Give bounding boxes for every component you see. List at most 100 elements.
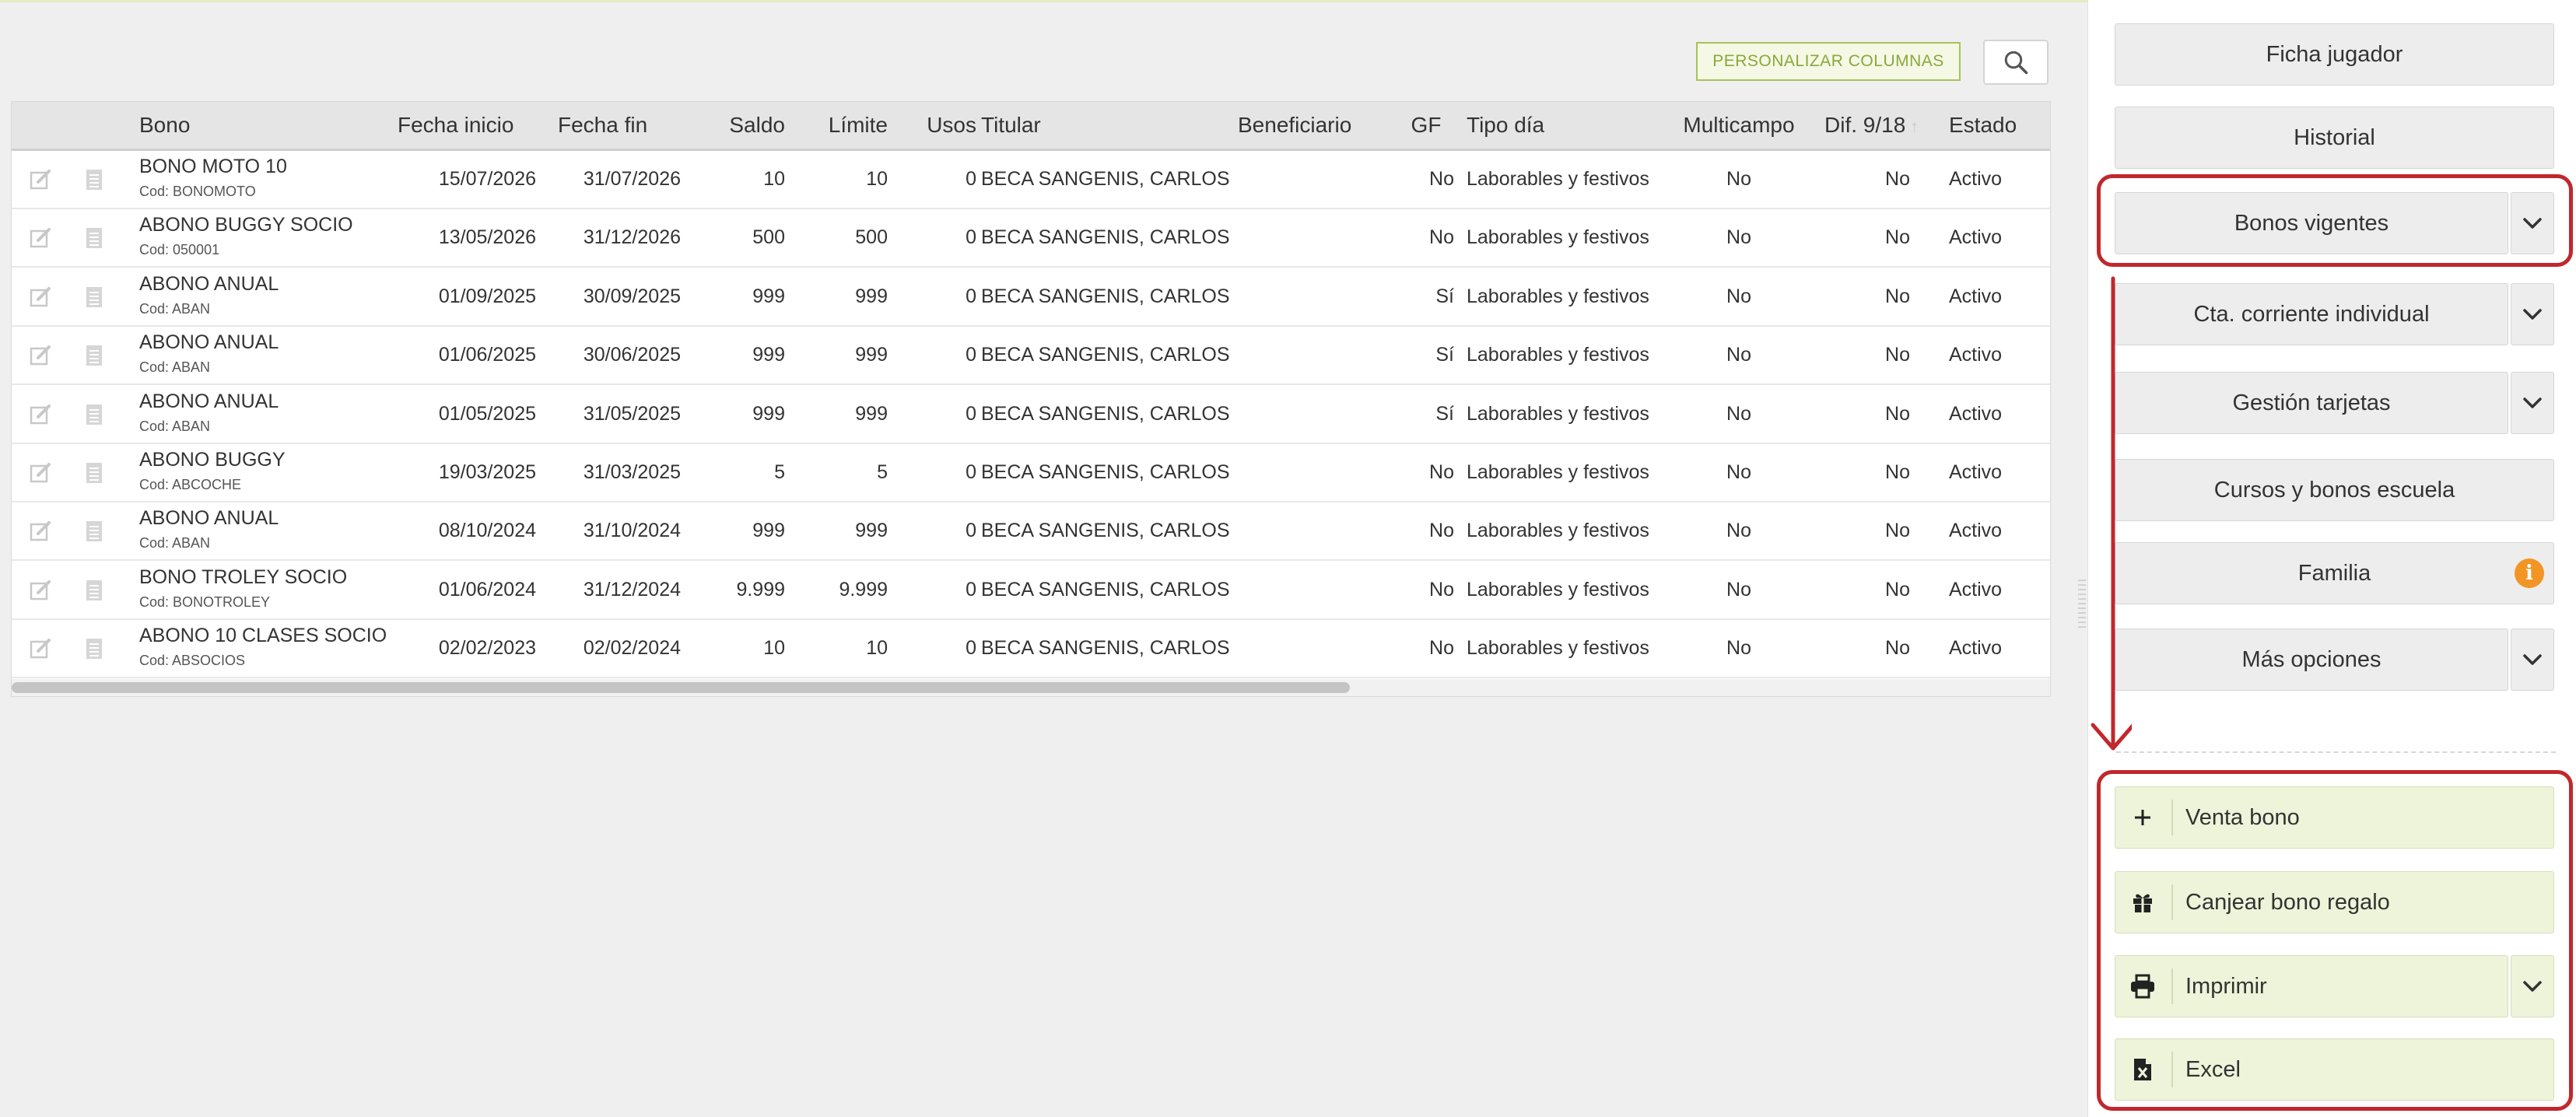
cell-estado: Activo	[1949, 461, 2003, 483]
document-icon[interactable]	[85, 168, 103, 195]
mas-opciones-dropdown[interactable]	[2511, 629, 2554, 691]
ficha-jugador-button[interactable]: Ficha jugador	[2115, 23, 2554, 86]
col-header-bono[interactable]: Bono	[139, 102, 190, 149]
document-icon[interactable]	[85, 226, 103, 254]
cell-estado: Activo	[1949, 285, 2003, 307]
col-header-fecha-inicio[interactable]: Fecha inicio	[398, 102, 513, 149]
cell-gf: No	[1429, 168, 1454, 190]
scrollbar-thumb[interactable]	[12, 682, 1350, 693]
edit-icon[interactable]	[29, 226, 52, 254]
edit-icon[interactable]	[29, 285, 52, 313]
table-row[interactable]: ABONO 10 CLASES SOCIO Cod: ABSOCIOS 02/02/…	[12, 620, 2050, 679]
table-row[interactable]: ABONO BUGGY Cod: ABCOCHE 19/03/2025 31/03/2…	[12, 444, 2050, 502]
cell-saldo: 999	[752, 402, 785, 425]
cell-multicampo: No	[1726, 168, 1751, 190]
edit-icon[interactable]	[29, 403, 52, 430]
bonos-table: Bono Fecha inicio Fecha fin Saldo Límite…	[11, 101, 2051, 697]
table-row[interactable]: ABONO BUGGY SOCIO Cod: 050001 13/05/2026 31…	[12, 209, 2050, 268]
cell-usos: 0	[966, 344, 976, 366]
cell-beneficiario	[1238, 444, 1393, 501]
edit-icon[interactable]	[29, 637, 52, 664]
col-header-usos[interactable]: Usos	[908, 102, 976, 149]
cell-usos: 0	[966, 461, 976, 483]
cta-corriente-dropdown[interactable]	[2511, 283, 2554, 345]
cell-fecha-fin: 02/02/2024	[583, 637, 681, 660]
col-header-fecha-fin[interactable]: Fecha fin	[558, 102, 647, 149]
edit-icon[interactable]	[29, 168, 52, 195]
cell-bono-name: ABONO ANUAL	[139, 331, 279, 354]
cell-fecha-fin: 31/03/2025	[583, 461, 681, 483]
sort-arrow-icon[interactable]: ↑	[1910, 117, 1919, 136]
cell-bono-code: Cod: ABSOCIOS	[139, 653, 246, 669]
cell-dif: No	[1885, 168, 1910, 190]
cursos-bonos-escuela-button[interactable]: Cursos y bonos escuela	[2115, 459, 2554, 521]
cell-fecha-fin: 30/09/2025	[583, 285, 681, 307]
cell-titular: BECA SANGENIS, CARLOS	[981, 461, 1230, 483]
table-row[interactable]: ABONO ANUAL Cod: ABAN 08/10/2024 31/10/2024…	[12, 502, 2050, 562]
cell-fecha-fin: 31/05/2025	[583, 402, 681, 425]
cell-bono-name: ABONO ANUAL	[139, 390, 279, 412]
cell-beneficiario	[1238, 386, 1393, 443]
cell-titular: BECA SANGENIS, CARLOS	[981, 168, 1230, 190]
familia-button[interactable]: Familia i	[2115, 542, 2554, 604]
gestion-tarjetas-button[interactable]: Gestión tarjetas	[2115, 372, 2508, 434]
historial-button[interactable]: Historial	[2115, 107, 2554, 169]
table-row[interactable]: ABONO ANUAL Cod: ABAN 01/05/2025 31/05/2025…	[12, 385, 2050, 444]
table-row[interactable]: BONO TROLEY SOCIO Cod: BONOTROLEY 01/06/20…	[12, 561, 2050, 620]
cell-limite: 500	[855, 226, 888, 249]
customize-columns-button[interactable]: PERSONALIZAR COLUMNAS	[1696, 42, 1961, 81]
document-icon[interactable]	[85, 637, 103, 664]
document-icon[interactable]	[85, 403, 103, 430]
col-header-multicampo[interactable]: Multicampo	[1669, 102, 1809, 149]
document-icon[interactable]	[85, 461, 103, 488]
table-row[interactable]: BONO MOTO 10 Cod: BONOMOTO 15/07/2026 31/07…	[12, 151, 2050, 209]
table-row[interactable]: ABONO ANUAL Cod: ABAN 01/09/2025 30/09/2025…	[12, 268, 2050, 327]
cta-corriente-button[interactable]: Cta. corriente individual	[2115, 283, 2508, 345]
cell-multicampo: No	[1726, 402, 1751, 425]
cell-fecha-fin: 31/07/2026	[583, 168, 681, 190]
col-header-estado[interactable]: Estado	[1949, 102, 2017, 149]
col-header-beneficiario[interactable]: Beneficiario	[1238, 102, 1351, 149]
cell-limite: 10	[866, 637, 888, 660]
cell-tipo-dia: Laborables y festivos	[1467, 637, 1649, 660]
cell-beneficiario	[1238, 327, 1393, 383]
annotation-arrow	[2091, 276, 2132, 751]
cell-titular: BECA SANGENIS, CARLOS	[981, 578, 1230, 601]
cell-estado: Activo	[1949, 402, 2003, 425]
edit-icon[interactable]	[29, 520, 52, 547]
chevron-down-icon	[2523, 309, 2542, 320]
cell-bono-name: ABONO 10 CLASES SOCIO	[139, 625, 387, 647]
edit-icon[interactable]	[29, 579, 52, 606]
cell-usos: 0	[966, 226, 976, 249]
search-button[interactable]	[1983, 40, 2049, 85]
document-icon[interactable]	[85, 579, 103, 606]
cell-gf: No	[1429, 520, 1454, 542]
col-header-limite[interactable]: Límite	[813, 102, 888, 149]
col-header-tipo-dia[interactable]: Tipo día	[1467, 102, 1544, 149]
col-header-gf[interactable]: GF	[1398, 102, 1454, 149]
cell-gf: No	[1429, 578, 1454, 601]
edit-icon[interactable]	[29, 344, 52, 371]
col-header-dif[interactable]: Dif. 9/18 ↑	[1824, 102, 1919, 149]
cell-estado: Activo	[1949, 637, 2003, 660]
col-header-saldo[interactable]: Saldo	[717, 102, 785, 149]
cell-titular: BECA SANGENIS, CARLOS	[981, 402, 1230, 425]
highlight-action-buttons	[2097, 770, 2573, 1111]
cell-saldo: 9.999	[736, 578, 785, 601]
document-icon[interactable]	[85, 520, 103, 547]
edit-icon[interactable]	[29, 461, 52, 488]
col-header-titular[interactable]: Titular	[981, 102, 1041, 149]
table-row[interactable]: ABONO ANUAL Cod: ABAN 01/06/2025 30/06/2025…	[12, 327, 2050, 386]
horizontal-scrollbar[interactable]	[12, 679, 2050, 696]
info-icon[interactable]: i	[2515, 558, 2544, 588]
document-icon[interactable]	[85, 285, 103, 313]
cell-fecha-inicio: 01/06/2024	[438, 578, 536, 601]
gestion-tarjetas-dropdown[interactable]	[2511, 372, 2554, 434]
table-header: Bono Fecha inicio Fecha fin Saldo Límite…	[12, 102, 2050, 151]
cell-bono-code: Cod: ABAN	[139, 359, 211, 376]
cell-bono-name: ABONO BUGGY SOCIO	[139, 214, 353, 236]
document-icon[interactable]	[85, 344, 103, 371]
mas-opciones-button[interactable]: Más opciones	[2115, 629, 2508, 691]
cell-bono-name: ABONO BUGGY	[139, 449, 286, 471]
cell-titular: BECA SANGENIS, CARLOS	[981, 285, 1230, 307]
